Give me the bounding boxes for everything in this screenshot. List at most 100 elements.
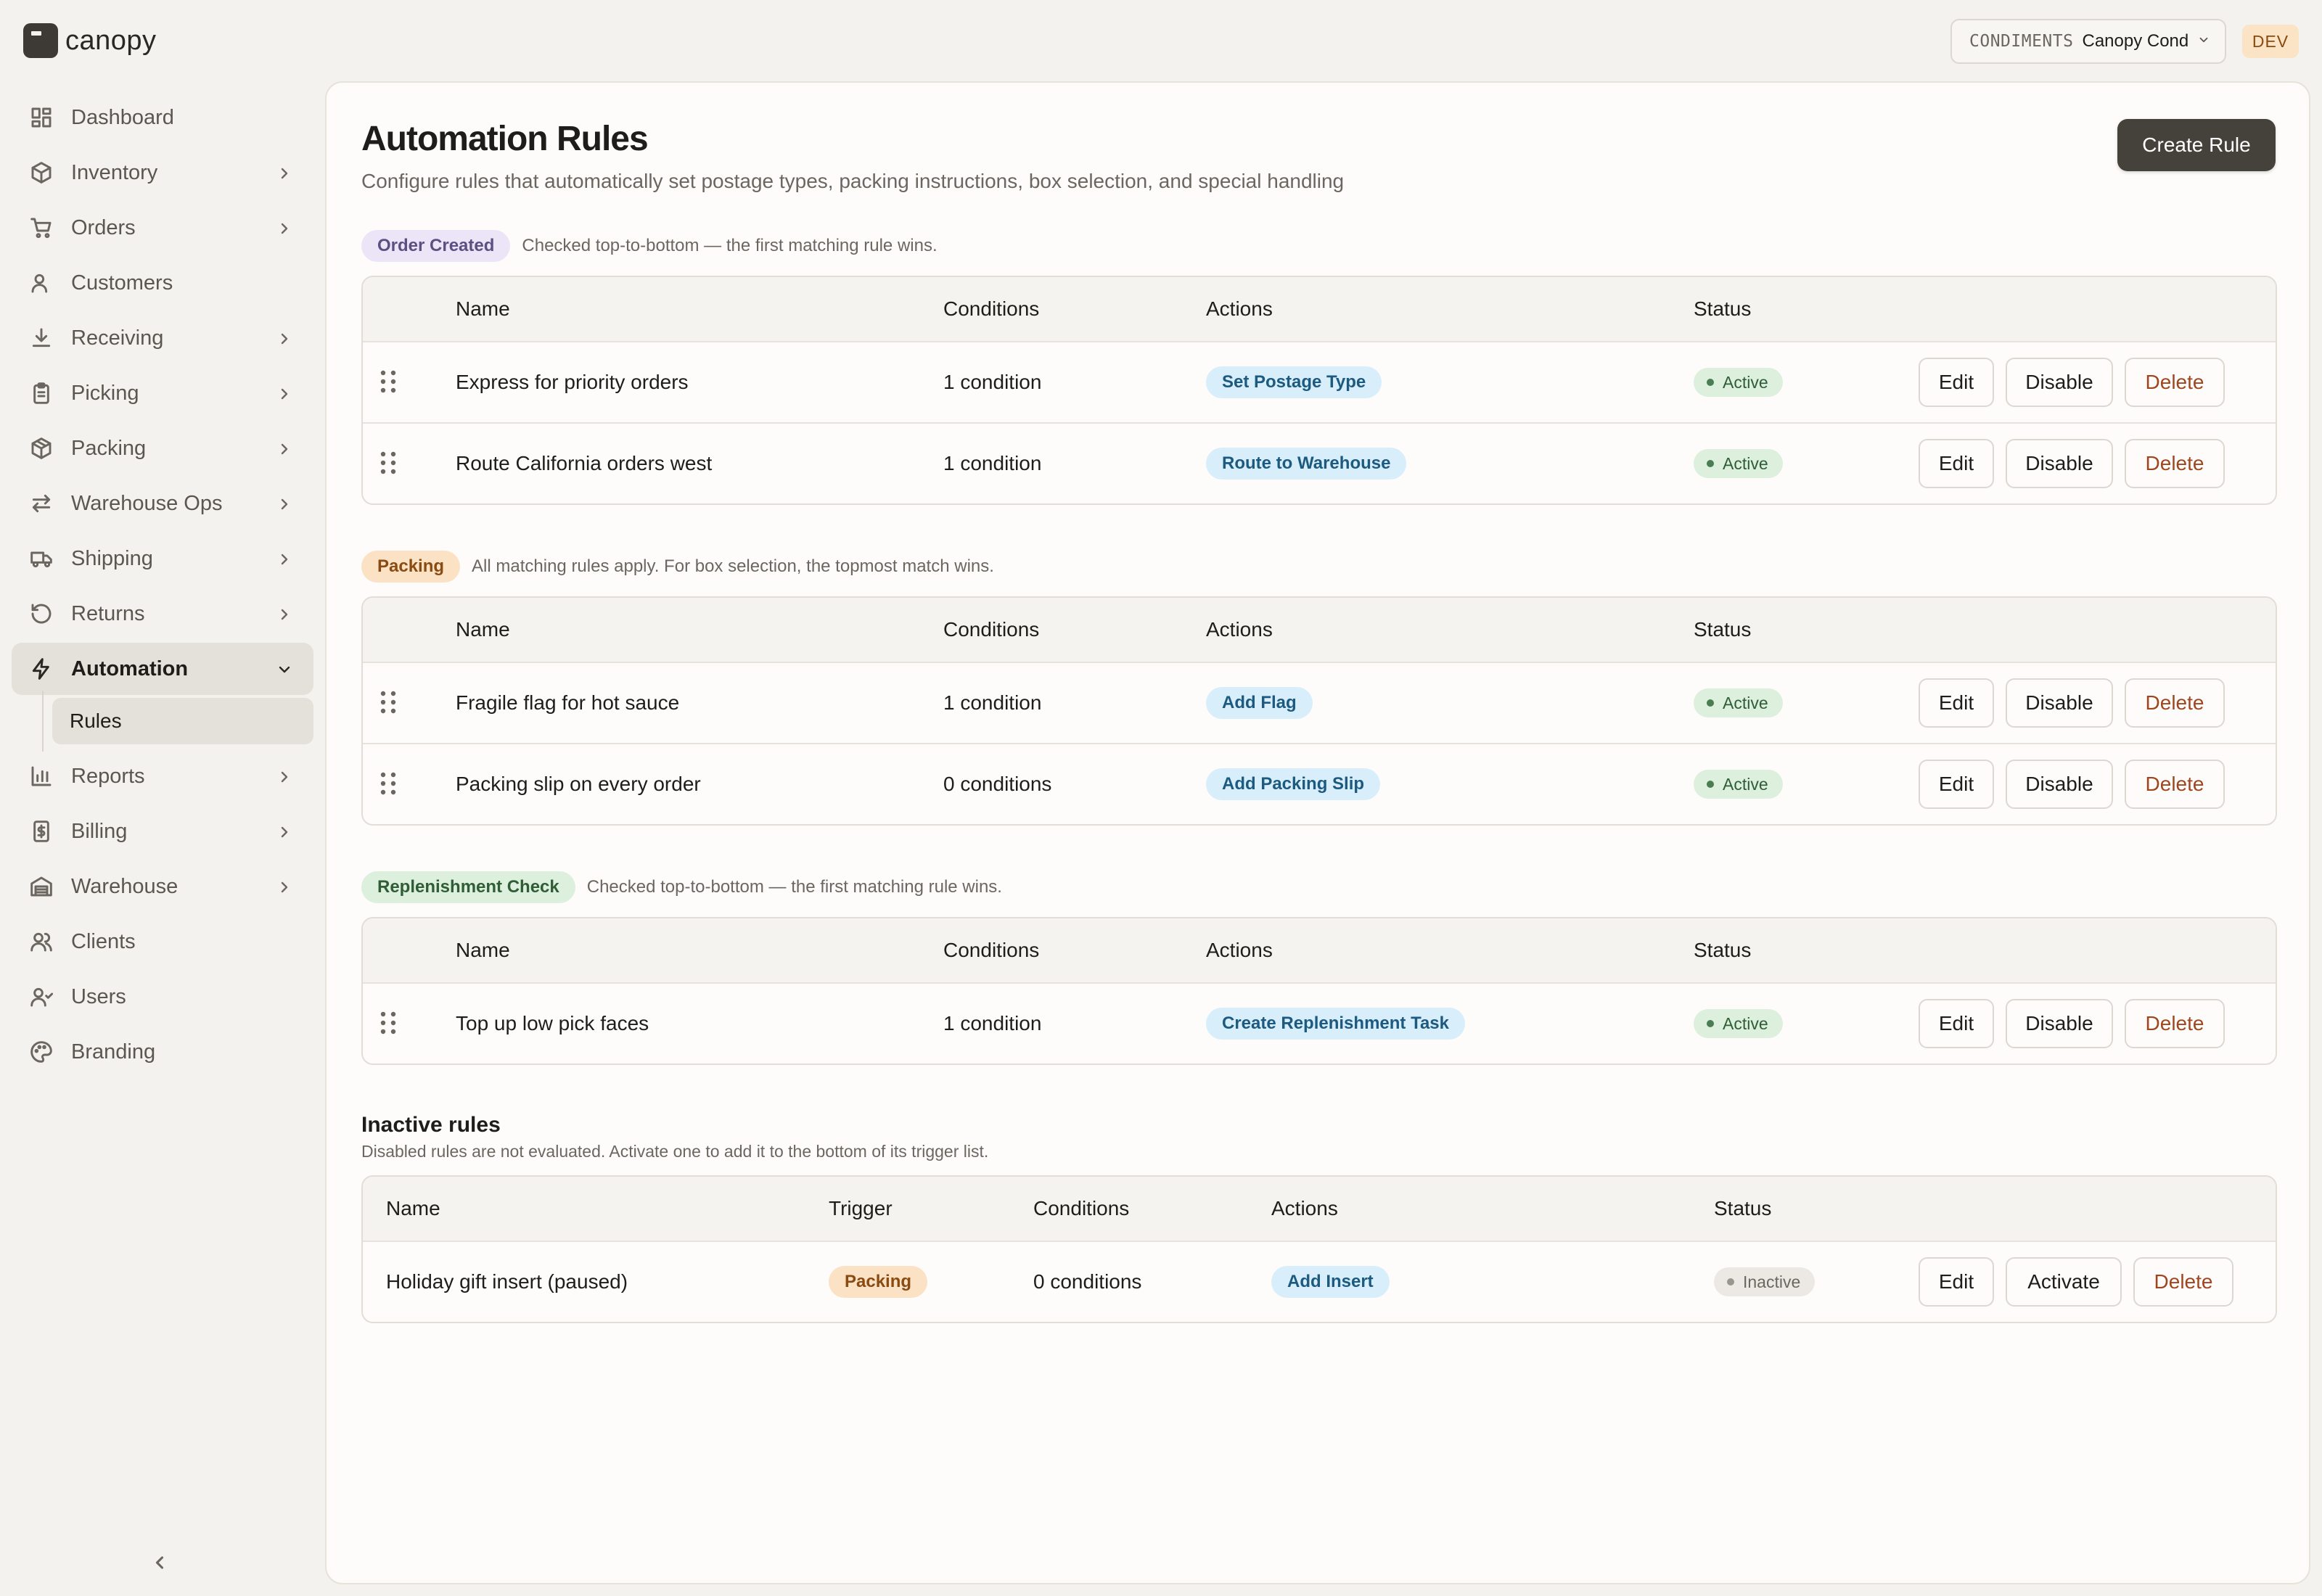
sidebar-item-reports[interactable]: Reports <box>12 750 313 802</box>
sidebar-item-receiving[interactable]: Receiving <box>12 312 313 364</box>
rule-name: Fragile flag for hot sauce <box>456 691 680 714</box>
sidebar-item-orders[interactable]: Orders <box>12 202 313 254</box>
delete-button[interactable]: Delete <box>2125 760 2225 809</box>
create-rule-button[interactable]: Create Rule <box>2117 119 2276 171</box>
sidebar-item-branding[interactable]: Branding <box>12 1026 313 1078</box>
rule-conditions: 1 condition <box>943 371 1042 393</box>
chevron-right-icon <box>276 823 293 840</box>
edit-button[interactable]: Edit <box>1919 1257 1994 1307</box>
delete-button[interactable]: Delete <box>2125 358 2225 407</box>
chevron-right-icon <box>276 219 293 236</box>
sidebar-item-label: Users <box>71 984 126 1008</box>
column-header-conditions: Conditions <box>943 618 1040 641</box>
download-icon <box>29 326 54 350</box>
disable-button[interactable]: Disable <box>2006 999 2113 1048</box>
delete-button[interactable]: Delete <box>2125 678 2225 728</box>
rule-action-badge: Create Replenishment Task <box>1206 1008 1465 1040</box>
drag-handle-icon[interactable] <box>379 1011 399 1040</box>
collapse-sidebar-button[interactable] <box>149 1552 174 1577</box>
sidebar-item-label: Warehouse <box>71 874 179 898</box>
rule-conditions: 0 conditions <box>1033 1270 1142 1293</box>
edit-button[interactable]: Edit <box>1919 760 1994 809</box>
column-header-conditions: Conditions <box>943 297 1040 320</box>
sidebar-item-label: Warehouse Ops <box>71 491 223 515</box>
chevron-right-icon <box>276 329 293 347</box>
delete-button[interactable]: Delete <box>2125 439 2225 488</box>
sidebar-item-billing[interactable]: Billing <box>12 805 313 857</box>
org-selector[interactable]: CONDIMENTS Canopy Cond <box>1950 19 2226 64</box>
chevron-right-icon <box>276 878 293 895</box>
dashboard-icon <box>29 105 54 130</box>
edit-button[interactable]: Edit <box>1919 999 1994 1048</box>
delete-button[interactable]: Delete <box>2133 1257 2233 1307</box>
disable-button[interactable]: Disable <box>2006 439 2113 488</box>
inactive-rules-note: Disabled rules are not evaluated. Activa… <box>361 1142 989 1161</box>
rule-action-badge: Add Flag <box>1206 687 1313 719</box>
rule-action-badge: Add Packing Slip <box>1206 768 1381 800</box>
chevron-down-icon <box>276 660 293 678</box>
column-header-actions: Actions <box>1271 1197 1338 1219</box>
chevron-right-icon <box>276 384 293 402</box>
sidebar-subitem-rules[interactable]: Rules <box>42 691 313 752</box>
section-note: Checked top-to-bottom — the first matchi… <box>586 877 1002 897</box>
rule-name: Top up low pick faces <box>456 1012 649 1034</box>
clipboard-icon <box>29 381 54 406</box>
sidebar-item-returns[interactable]: Returns <box>12 588 313 640</box>
column-header-status: Status <box>1694 297 1752 320</box>
sidebar-item-label: Branding <box>71 1040 156 1064</box>
rule-conditions: 1 condition <box>943 1012 1042 1034</box>
trigger-badge: Packing <box>361 551 461 583</box>
sidebar-item-packing[interactable]: Packing <box>12 422 313 474</box>
drag-handle-icon[interactable] <box>379 451 399 480</box>
sidebar-item-inventory[interactable]: Inventory <box>12 147 313 199</box>
transfer-icon <box>29 491 54 516</box>
drag-handle-icon[interactable] <box>379 772 399 800</box>
rule-action-badge: Set Postage Type <box>1206 366 1382 398</box>
drag-handle-icon[interactable] <box>379 691 399 719</box>
column-header-name: Name <box>456 297 510 320</box>
sidebar: canopy Dashboard Inventory Orders Custom… <box>0 0 325 1596</box>
status-badge: Active <box>1694 1009 1783 1038</box>
table-header: Name Trigger Conditions Actions Status <box>363 1177 2276 1241</box>
org-name: Canopy Cond <box>2082 31 2189 51</box>
delete-button[interactable]: Delete <box>2125 999 2225 1048</box>
sidebar-item-label: Receiving <box>71 326 164 350</box>
sidebar-item-automation[interactable]: Automation <box>12 643 313 695</box>
rule-name: Holiday gift insert (paused) <box>386 1270 628 1293</box>
trigger-badge: Packing <box>829 1266 928 1298</box>
chevron-right-icon <box>276 605 293 622</box>
edit-button[interactable]: Edit <box>1919 439 1994 488</box>
brand-logo[interactable]: canopy <box>23 22 157 59</box>
canopy-logo-icon <box>23 23 58 58</box>
disable-button[interactable]: Disable <box>2006 678 2113 728</box>
org-label: CONDIMENTS <box>1969 32 2074 51</box>
edit-button[interactable]: Edit <box>1919 678 1994 728</box>
sidebar-item-label: Orders <box>71 215 136 239</box>
box-icon <box>29 160 54 185</box>
sidebar-item-clients[interactable]: Clients <box>12 916 313 968</box>
sidebar-item-customers[interactable]: Customers <box>12 257 313 309</box>
drag-handle-icon[interactable] <box>379 370 399 398</box>
table-header: Name Conditions Actions Status <box>363 918 2276 982</box>
sidebar-item-label: Automation <box>71 657 189 680</box>
sidebar-item-warehouse-ops[interactable]: Warehouse Ops <box>12 477 313 530</box>
activate-button[interactable]: Activate <box>2006 1257 2122 1307</box>
status-badge: Inactive <box>1714 1267 1816 1296</box>
table-row: Holiday gift insert (paused) Packing 0 c… <box>363 1241 2276 1322</box>
edit-button[interactable]: Edit <box>1919 358 1994 407</box>
sidebar-item-shipping[interactable]: Shipping <box>12 532 313 585</box>
sidebar-item-dashboard[interactable]: Dashboard <box>12 91 313 144</box>
sidebar-item-warehouse[interactable]: Warehouse <box>12 860 313 913</box>
disable-button[interactable]: Disable <box>2006 358 2113 407</box>
sidebar-item-label: Inventory <box>71 160 158 184</box>
page-subtitle: Configure rules that automatically set p… <box>361 170 1345 192</box>
section-note: All matching rules apply. For box select… <box>472 556 994 576</box>
table-header: Name Conditions Actions Status <box>363 277 2276 341</box>
disable-button[interactable]: Disable <box>2006 760 2113 809</box>
status-badge: Active <box>1694 368 1783 397</box>
table-header: Name Conditions Actions Status <box>363 598 2276 662</box>
sidebar-item-picking[interactable]: Picking <box>12 367 313 419</box>
return-icon <box>29 601 54 626</box>
trigger-badge: Replenishment Check <box>361 871 575 903</box>
sidebar-item-users[interactable]: Users <box>12 971 313 1023</box>
